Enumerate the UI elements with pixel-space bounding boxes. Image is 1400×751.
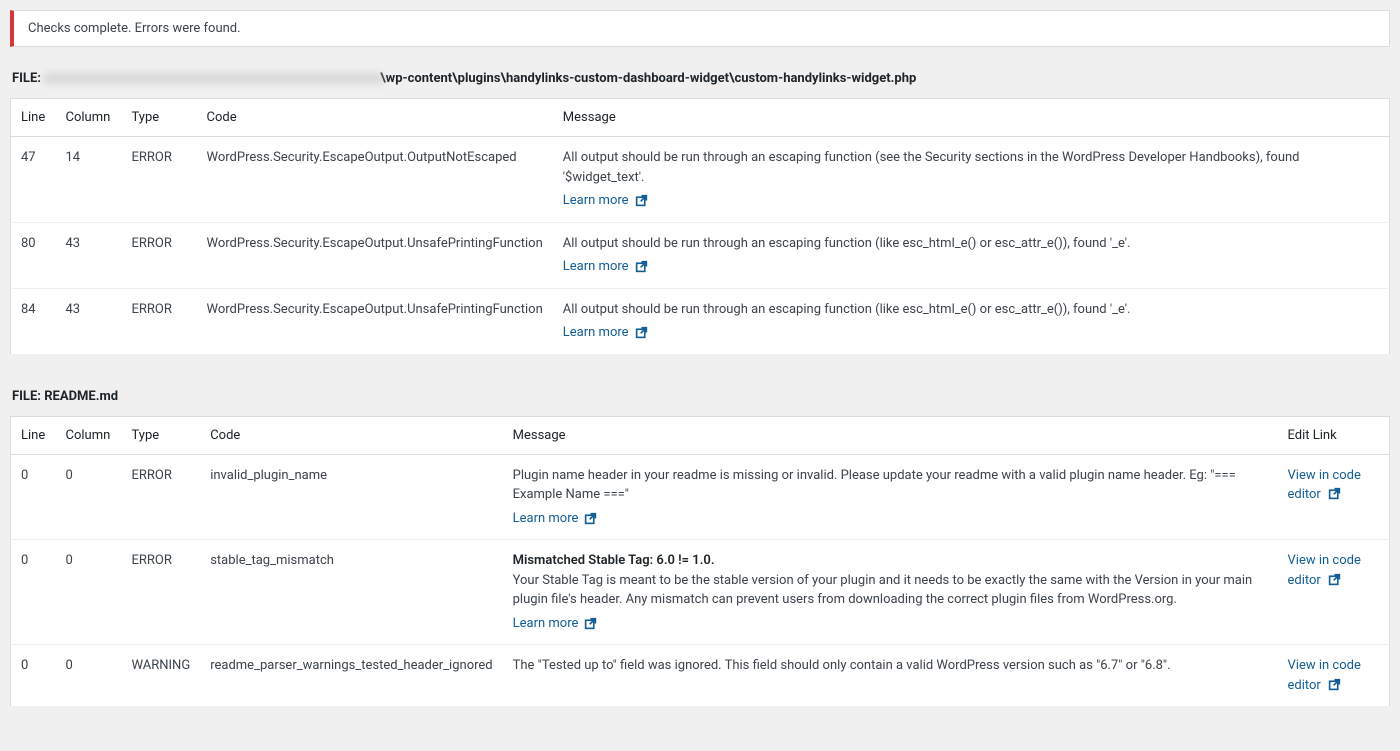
redacted-path: [44, 73, 384, 84]
file-prefix: FILE:: [12, 389, 44, 404]
cell-line: 0: [11, 540, 56, 645]
cell-message: The "Tested up to" field was ignored. Th…: [503, 645, 1278, 707]
cell-type: ERROR: [122, 137, 197, 223]
external-link-icon: [584, 617, 597, 630]
cell-line: 47: [11, 137, 56, 223]
col-type: Type: [122, 416, 201, 454]
learn-more-label: Learn more: [563, 323, 629, 343]
cell-type: ERROR: [122, 454, 201, 540]
learn-more-label: Learn more: [563, 257, 629, 277]
file-path: \wp-content\plugins\handylinks-custom-da…: [380, 71, 916, 86]
view-in-editor-link[interactable]: View in code editor: [1288, 658, 1361, 693]
cell-edit-link: View in code editor: [1278, 540, 1390, 645]
col-column: Column: [56, 99, 122, 137]
col-code: Code: [200, 416, 502, 454]
table-header-row: Line Column Type Code Message Edit Link: [11, 416, 1390, 454]
table-row: 0 0 WARNING readme_parser_warnings_teste…: [11, 645, 1390, 707]
file-path: README.md: [44, 389, 118, 404]
cell-type: ERROR: [122, 288, 197, 354]
message-text: All output should be run through an esca…: [563, 150, 1300, 185]
cell-edit-link: View in code editor: [1278, 454, 1390, 540]
status-notice: Checks complete. Errors were found.: [10, 10, 1390, 47]
col-type: Type: [122, 99, 197, 137]
edit-link-label: View in code editor: [1288, 468, 1361, 503]
edit-link-label: View in code editor: [1288, 658, 1361, 693]
external-link-icon: [635, 326, 648, 339]
cell-type: ERROR: [122, 540, 201, 645]
learn-more-link[interactable]: Learn more: [563, 191, 648, 211]
learn-more-link[interactable]: Learn more: [563, 323, 648, 343]
results-table: Line Column Type Code Message 47 14 ERRO…: [10, 98, 1390, 355]
col-message: Message: [503, 416, 1278, 454]
cell-column: 14: [56, 137, 122, 223]
cell-code: WordPress.Security.EscapeOutput.UnsafePr…: [197, 222, 553, 288]
cell-line: 84: [11, 288, 56, 354]
cell-column: 0: [56, 540, 122, 645]
learn-more-link[interactable]: Learn more: [513, 614, 598, 634]
view-in-editor-link[interactable]: View in code editor: [1288, 468, 1361, 503]
cell-message: All output should be run through an esca…: [553, 222, 1390, 288]
message-text: Your Stable Tag is meant to be the stabl…: [513, 573, 1253, 608]
cell-code: WordPress.Security.EscapeOutput.UnsafePr…: [197, 288, 553, 354]
message-lead: Mismatched Stable Tag: 6.0 != 1.0.: [513, 553, 715, 568]
cell-column: 0: [56, 454, 122, 540]
cell-code: readme_parser_warnings_tested_header_ign…: [200, 645, 502, 707]
col-message: Message: [553, 99, 1390, 137]
cell-message: Mismatched Stable Tag: 6.0 != 1.0. Your …: [503, 540, 1278, 645]
view-in-editor-link[interactable]: View in code editor: [1288, 553, 1361, 588]
col-column: Column: [56, 416, 122, 454]
external-link-icon: [635, 194, 648, 207]
learn-more-link[interactable]: Learn more: [563, 257, 648, 277]
table-row: 0 0 ERROR stable_tag_mismatch Mismatched…: [11, 540, 1390, 645]
cell-code: stable_tag_mismatch: [200, 540, 502, 645]
results-table: Line Column Type Code Message Edit Link …: [10, 416, 1390, 708]
cell-code: WordPress.Security.EscapeOutput.OutputNo…: [197, 137, 553, 223]
learn-more-label: Learn more: [563, 191, 629, 211]
table-row: 0 0 ERROR invalid_plugin_name Plugin nam…: [11, 454, 1390, 540]
external-link-icon: [635, 260, 648, 273]
col-line: Line: [11, 416, 56, 454]
col-code: Code: [197, 99, 553, 137]
cell-message: All output should be run through an esca…: [553, 288, 1390, 354]
cell-code: invalid_plugin_name: [200, 454, 502, 540]
cell-line: 0: [11, 645, 56, 707]
file-heading: FILE: README.md: [10, 389, 1390, 404]
learn-more-label: Learn more: [513, 509, 579, 529]
external-link-icon: [1328, 678, 1341, 691]
file-heading: FILE: \wp-content\plugins\handylinks-cus…: [10, 71, 1390, 86]
col-edit-link: Edit Link: [1278, 416, 1390, 454]
message-text: The "Tested up to" field was ignored. Th…: [513, 658, 1171, 673]
cell-line: 80: [11, 222, 56, 288]
status-notice-text: Checks complete. Errors were found.: [28, 21, 1375, 36]
external-link-icon: [584, 512, 597, 525]
table-header-row: Line Column Type Code Message: [11, 99, 1390, 137]
cell-message: All output should be run through an esca…: [553, 137, 1390, 223]
learn-more-link[interactable]: Learn more: [513, 509, 598, 529]
cell-type: WARNING: [122, 645, 201, 707]
message-text: All output should be run through an esca…: [563, 236, 1131, 251]
cell-column: 43: [56, 288, 122, 354]
message-text: Plugin name header in your readme is mis…: [513, 468, 1236, 503]
cell-edit-link: View in code editor: [1278, 645, 1390, 707]
col-line: Line: [11, 99, 56, 137]
table-row: 80 43 ERROR WordPress.Security.EscapeOut…: [11, 222, 1390, 288]
edit-link-label: View in code editor: [1288, 553, 1361, 588]
table-row: 84 43 ERROR WordPress.Security.EscapeOut…: [11, 288, 1390, 354]
cell-column: 0: [56, 645, 122, 707]
cell-line: 0: [11, 454, 56, 540]
file-prefix: FILE:: [12, 71, 44, 86]
external-link-icon: [1328, 487, 1341, 500]
cell-message: Plugin name header in your readme is mis…: [503, 454, 1278, 540]
cell-column: 43: [56, 222, 122, 288]
cell-type: ERROR: [122, 222, 197, 288]
table-row: 47 14 ERROR WordPress.Security.EscapeOut…: [11, 137, 1390, 223]
external-link-icon: [1328, 573, 1341, 586]
message-text: All output should be run through an esca…: [563, 302, 1131, 317]
learn-more-label: Learn more: [513, 614, 579, 634]
